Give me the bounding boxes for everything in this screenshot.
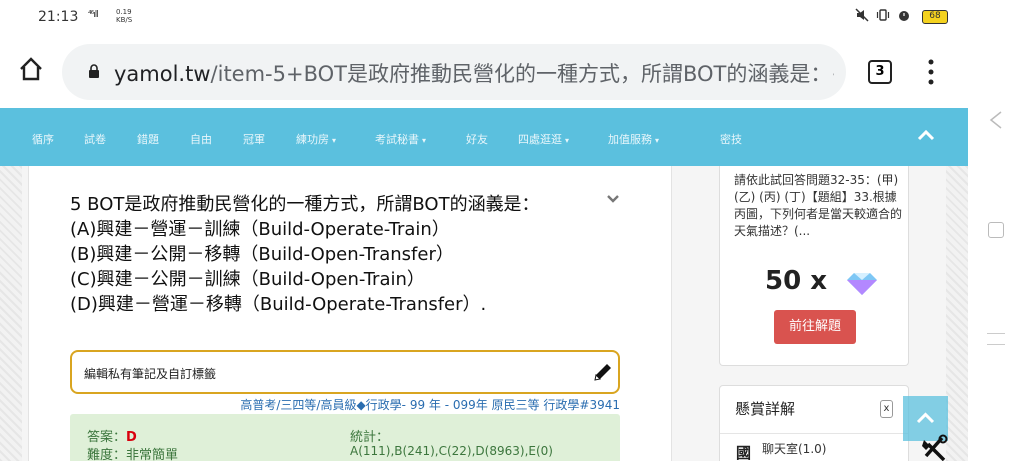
screen: 21:13 ⁴⁶ıll 0.19 KB/S 68 yamol.tw/item-5… [0,0,1024,461]
nav-label: 加值服務 [608,133,652,146]
network-speed: 0.19 KB/S [116,8,132,24]
nav-item-sequential[interactable]: 循序 [32,131,54,147]
signal-icon: ⁴⁶ıll [88,10,99,20]
url-text: yamol.tw/item-5+BOT是政府推動民營化的一種方式，所謂BOT的涵… [114,58,834,88]
more-menu-icon[interactable] [928,58,934,86]
nav-item-wrong-questions[interactable]: 錯題 [137,131,159,147]
url-bar[interactable]: yamol.tw/item-5+BOT是政府推動民營化的一種方式，所謂BOT的涵… [62,44,846,100]
question-text: 5 BOT是政府推動民營化的一種方式，所謂BOT的涵義是： (A)興建－營運－訓… [70,192,630,317]
answer-panel: 答案：D 難度：非常簡單 統計： A(111),B(241),C(22),D(8… [70,414,620,461]
alarm-icon [899,11,910,21]
bounty-title: 懸賞詳解 [735,400,796,418]
url-host: yamol.tw [114,62,211,86]
option-c: (C)興建－公開－訓練（Build-Open-Train） [70,269,425,290]
nav-item-exam-secretary[interactable]: 考試秘書 ▾ [375,131,426,147]
answer-row: 答案：D [87,426,137,445]
back-icon[interactable] [988,110,1004,130]
recents-icon[interactable] [987,333,1005,345]
nav-item-tips[interactable]: 密技 [720,131,742,147]
network-speed-value: 0.19 [116,8,132,16]
note-placeholder: 編輯私有筆記及自訂標籤 [84,367,217,381]
stats-label: 統計： [350,430,390,445]
chat-flag: 國 [736,444,752,461]
home-square-icon[interactable] [988,222,1004,238]
nav-item-premium[interactable]: 加值服務 ▾ [608,131,659,147]
lock-icon [89,64,99,78]
site-nav-bar: 循序 試卷 錯題 自由 冠軍 練功房 ▾ 考試秘書 ▾ 好友 四處逛逛 ▾ 加值服務 ▾… [0,108,968,166]
nav-item-practice-room[interactable]: 練功房 ▾ [296,131,336,147]
option-d: (D)興建－營運－移轉（Build-Operate-Transfer）. [70,294,487,315]
option-a: (A)興建－營運－訓練（Build-Operate-Train） [70,219,450,240]
diamond-price: 50 x [765,266,828,296]
answer-value: D [126,430,137,445]
related-question-box: 請依此試回答問題32-35：(甲) (乙) (丙) (丁)【題組】33.根據丙圖… [719,166,909,366]
diamond-icon [847,273,877,295]
related-question-text[interactable]: 請依此試回答問題32-35：(甲) (乙) (丙) (丁)【題組】33.根據丙圖… [734,172,904,240]
address-bar-row: yamol.tw/item-5+BOT是政府推動民營化的一種方式，所謂BOT的涵… [0,36,968,108]
chevron-up-icon[interactable] [917,128,935,142]
caret-down-icon: ▾ [565,136,570,145]
background-pattern [0,166,22,461]
background-pattern [946,166,968,461]
chatroom-link[interactable]: 聊天室(1.0) [762,440,826,457]
nav-item-exam-papers[interactable]: 試卷 [84,131,106,147]
caret-down-icon: ▾ [655,136,660,145]
status-bar: 21:13 ⁴⁶ıll 0.19 KB/S 68 [0,0,968,36]
answer-label: 答案： [87,430,127,445]
network-speed-unit: KB/S [116,16,133,24]
option-b: (B)興建－公開－移轉（Build-Open-Transfer） [70,244,454,265]
status-time: 21:13 [38,9,79,25]
vibrate-icon [877,9,890,21]
go-solve-button[interactable]: 前往解題 [774,310,856,344]
question-tags-link[interactable]: 高普考/三四等/高員級◆行政學- 99 年 - 099年 原民三等 行政學#39… [70,396,620,413]
divider [720,433,908,434]
caret-down-icon: ▾ [422,136,427,145]
close-button[interactable]: x [880,400,893,418]
page-body: 5 BOT是政府推動民營化的一種方式，所謂BOT的涵義是： (A)興建－營運－訓… [0,166,968,461]
stats-value: A(111),B(241),C(22),D(8963),E(0) [350,444,553,458]
chevron-down-icon[interactable] [606,194,620,204]
url-path: /item-5+BOT是政府推動民營化的一種方式，所謂BOT的涵義是：++%2 [210,62,834,86]
nav-item-browse[interactable]: 四處逛逛 ▾ [518,131,569,147]
tab-switcher-button[interactable]: 3 [868,60,892,84]
nav-item-champion[interactable]: 冠軍 [243,131,265,147]
difficulty: 難度：非常簡單 [87,448,179,461]
home-icon[interactable] [18,56,44,82]
private-note-field[interactable]: 編輯私有筆記及自訂標籤 [70,350,620,394]
battery-icon: 68 [922,10,948,24]
nav-item-free[interactable]: 自由 [190,131,212,147]
mute-icon [855,8,869,22]
nav-label: 四處逛逛 [518,133,562,146]
question-stem: 5 BOT是政府推動民營化的一種方式，所謂BOT的涵義是： [70,194,540,215]
pencil-icon[interactable] [592,361,614,383]
caret-down-icon: ▾ [332,136,337,145]
nav-label: 考試秘書 [375,133,419,146]
bounty-box: 懸賞詳解 x 國 聊天室(1.0) [719,385,909,461]
nav-item-friends[interactable]: 好友 [466,131,488,147]
status-icons [855,8,911,26]
tools-icon[interactable] [920,434,948,461]
nav-label: 練功房 [296,133,329,146]
